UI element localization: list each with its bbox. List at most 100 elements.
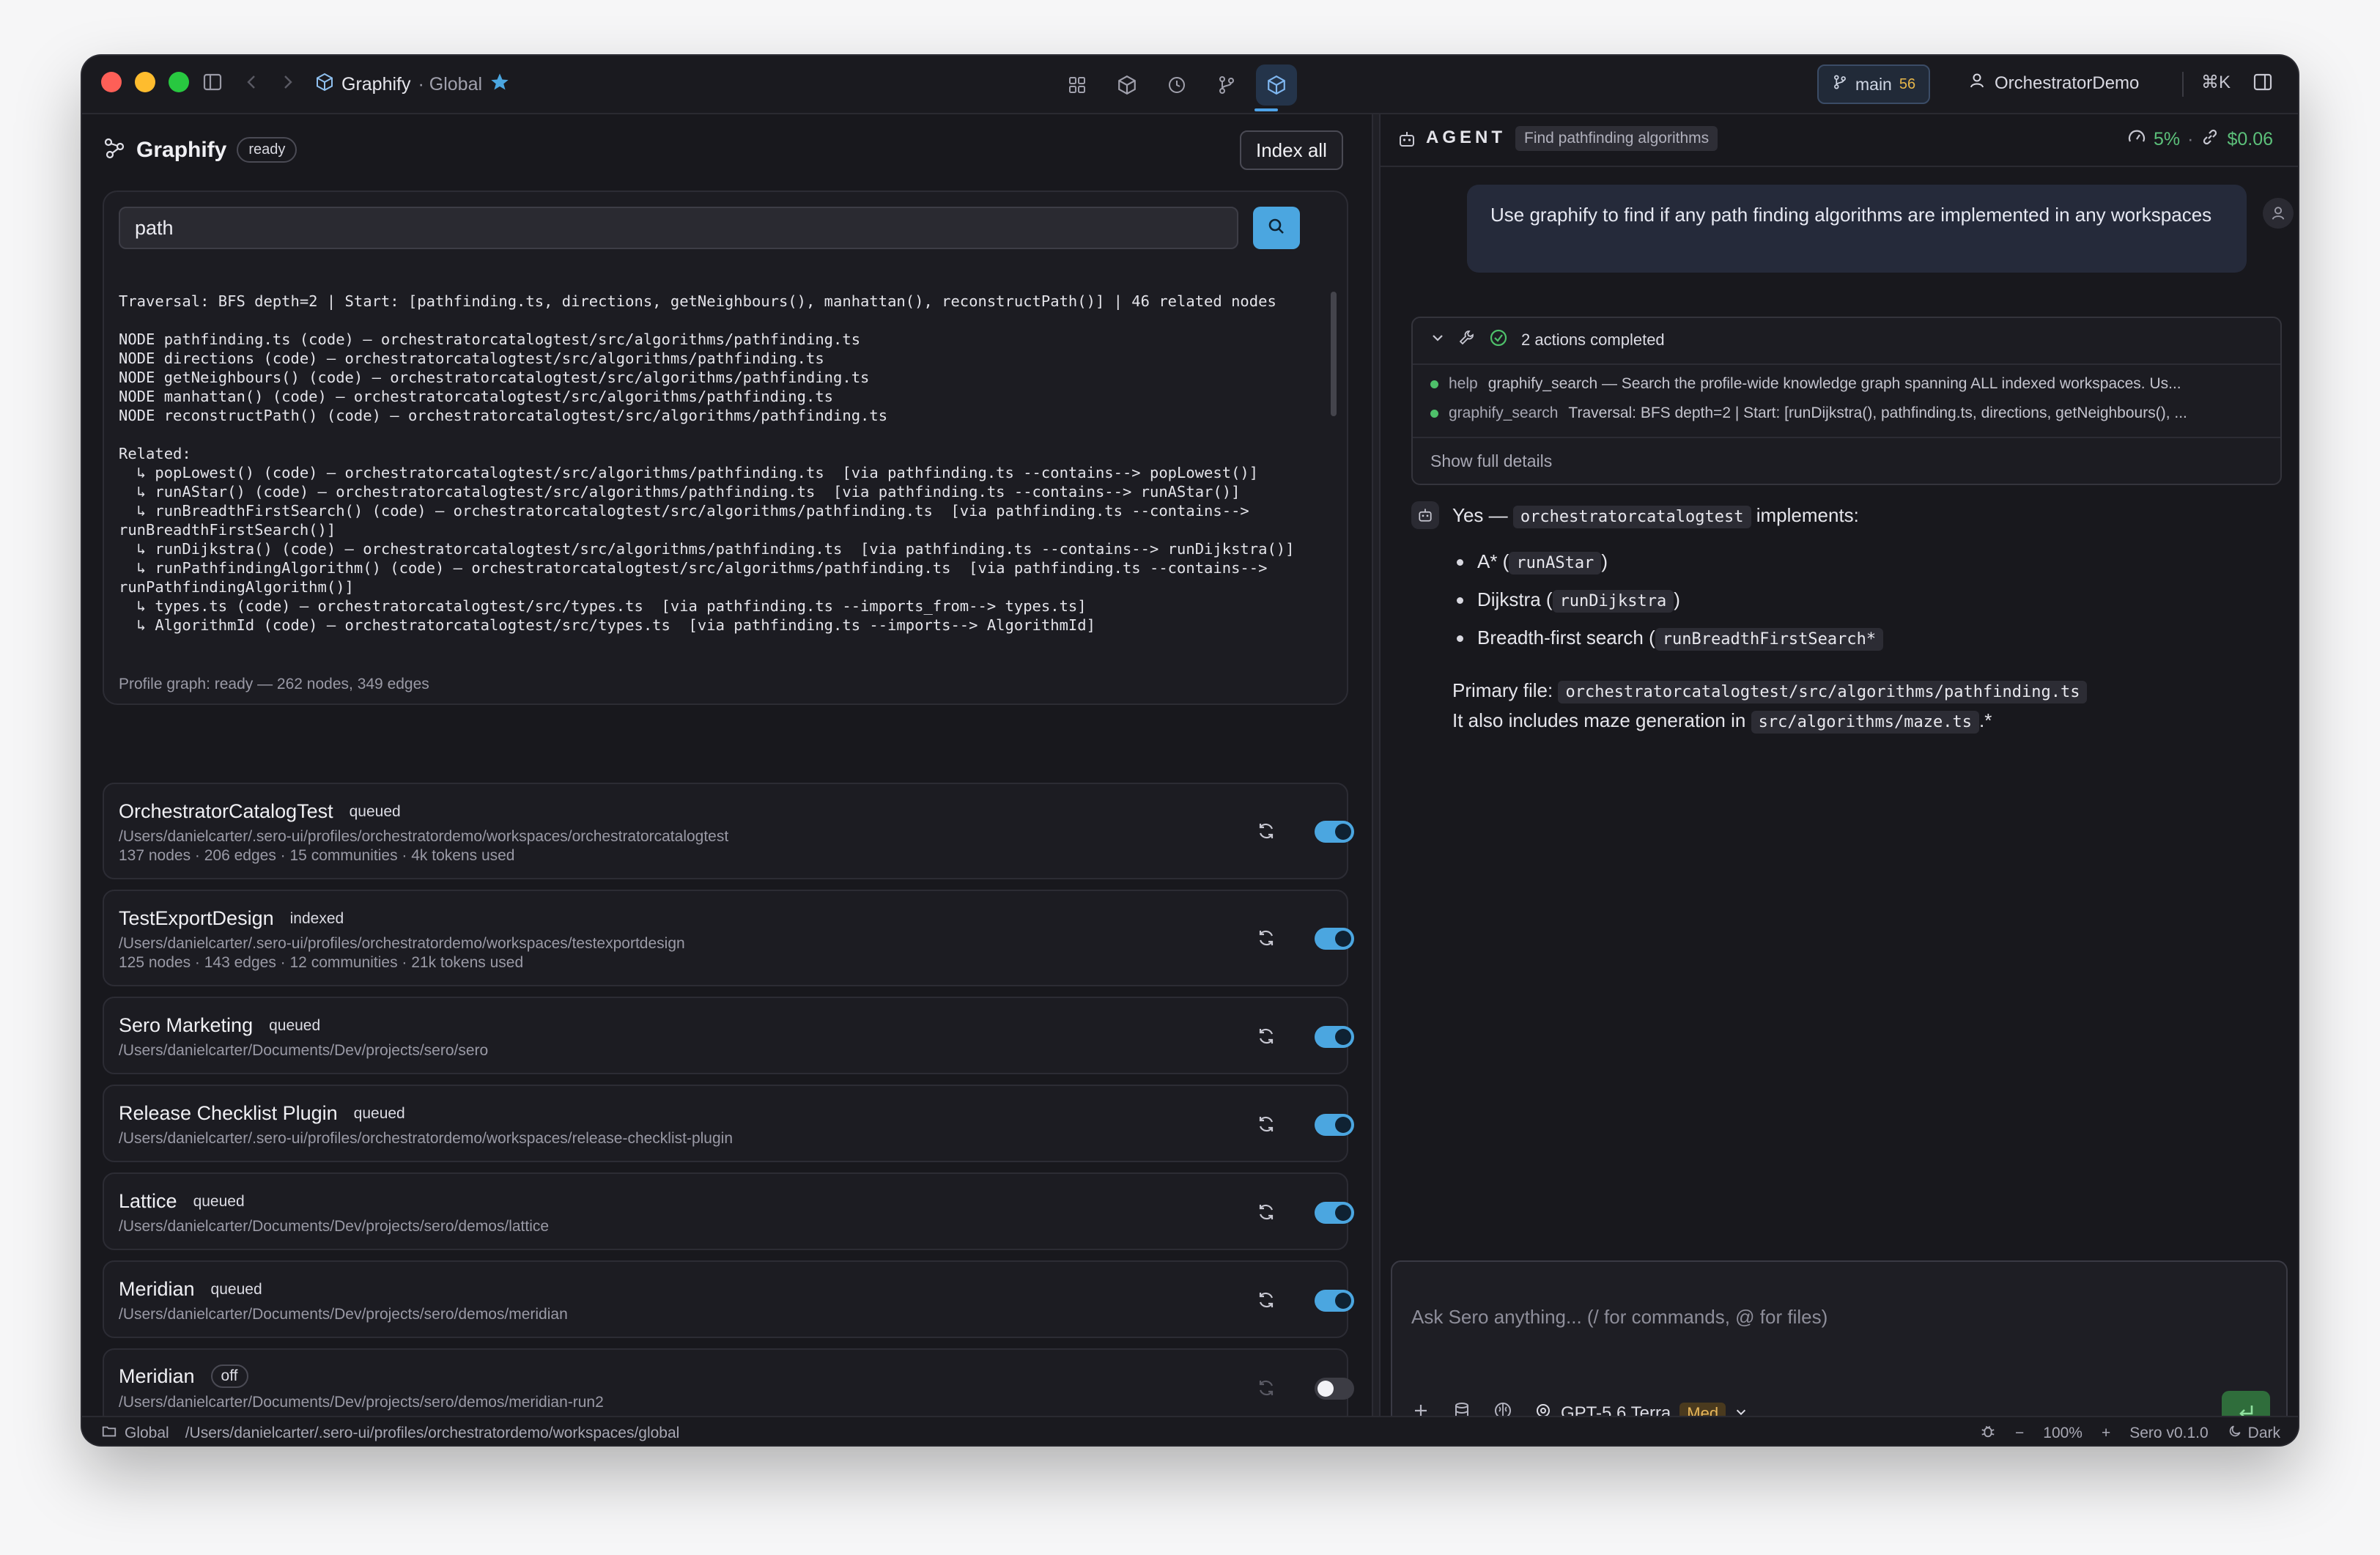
maze-file-code: src/algorithms/maze.ts — [1751, 711, 1979, 734]
profile-graph-status: Profile graph: ready — 262 nodes, 349 ed… — [119, 676, 429, 692]
workspace-name: Lattice — [119, 1190, 177, 1212]
back-arrow-icon[interactable] — [239, 69, 265, 95]
zoom-in-button[interactable]: + — [2102, 1425, 2110, 1442]
workspace-toggle[interactable] — [1315, 1290, 1354, 1312]
primary-file-code: orchestratorcatalogtest/src/algorithms/p… — [1558, 681, 2088, 703]
action-item[interactable]: graphify_search Traversal: BFS depth=2 |… — [1430, 405, 2187, 422]
action-key: help — [1449, 375, 1478, 392]
workspace-title: Release Checklist Plugin queued — [119, 1102, 405, 1125]
agent-label: AGENT — [1426, 128, 1506, 147]
usage-stats: 5% · $0.06 — [2127, 128, 2273, 152]
workspace-toggle[interactable] — [1315, 821, 1354, 843]
bug-icon[interactable] — [1980, 1423, 1996, 1444]
results-scrollbar[interactable] — [1331, 292, 1337, 416]
workspace-path: /Users/danielcarter/.sero-ui/profiles/or… — [119, 935, 685, 952]
item-code: runDijkstra — [1552, 590, 1674, 613]
maximize-window-button[interactable] — [169, 72, 189, 92]
index-all-button[interactable]: Index all — [1240, 130, 1343, 170]
workspace-card: Lattice queued /Users/danielcarter/Docum… — [103, 1172, 1354, 1250]
list-item: A* (runAStar) — [1452, 547, 2258, 586]
chat-input[interactable]: Ask Sero anything... (/ for commands, @ … — [1411, 1306, 1828, 1329]
actions-header[interactable]: 2 actions completed — [1430, 328, 1665, 352]
refresh-icon[interactable] — [1254, 1376, 1278, 1400]
action-key: graphify_search — [1449, 405, 1559, 421]
chevron-down-icon — [1430, 330, 1445, 350]
link-icon — [2200, 128, 2220, 152]
workspace-toggle[interactable] — [1315, 1114, 1354, 1136]
search-button[interactable] — [1253, 207, 1300, 249]
workspace-card: Meridian queued /Users/danielcarter/Docu… — [103, 1260, 1354, 1338]
folder-icon — [101, 1423, 117, 1444]
workspace-name: TestExportDesign — [119, 907, 274, 929]
branch-name: main — [1855, 74, 1892, 94]
command-palette-shortcut[interactable]: ⌘K — [2201, 72, 2231, 93]
refresh-icon[interactable] — [1254, 1200, 1278, 1224]
minimize-window-button[interactable] — [135, 72, 155, 92]
list-item: Dijkstra (runDijkstra) — [1452, 586, 2258, 624]
gauge-icon — [2127, 128, 2146, 152]
check-circle-icon — [1489, 328, 1508, 352]
forward-arrow-icon[interactable] — [274, 69, 300, 95]
workspace-name: OrchestratorCatalogTest — [119, 800, 333, 822]
git-branch-icon[interactable] — [1206, 64, 1247, 106]
status-right: − 100% + Sero v0.1.0 Dark — [1980, 1423, 2280, 1444]
right-panel-toggle-icon[interactable] — [2250, 69, 2276, 95]
workspace-path: /Users/danielcarter/.sero-ui/profiles/or… — [185, 1425, 680, 1441]
branch-selector[interactable]: main 56 — [1817, 64, 1931, 104]
user-name: OrchestratorDemo — [1995, 73, 2140, 93]
package-icon[interactable] — [1106, 64, 1148, 106]
refresh-icon[interactable] — [1254, 926, 1278, 950]
item-end: ) — [1601, 550, 1608, 572]
cube-icon — [315, 73, 334, 97]
user-menu[interactable]: OrchestratorDemo — [1968, 72, 2139, 95]
workspace-toggle[interactable] — [1315, 1202, 1354, 1224]
app-window: Graphify · Global main 56 OrchestratorDe… — [82, 56, 2298, 1445]
workspace-title: Meridian off — [119, 1364, 248, 1388]
sidebar-toggle-icon[interactable] — [199, 69, 226, 95]
search-results: Traversal: BFS depth=2 | Start: [pathfin… — [119, 292, 1295, 634]
workspace-status: queued — [210, 1280, 262, 1298]
refresh-icon[interactable] — [1254, 1112, 1278, 1136]
stats-separator: · — [2187, 129, 2194, 149]
workspace-title: TestExportDesign indexed — [119, 907, 344, 930]
actions-summary: 2 actions completed — [1521, 330, 1665, 349]
status-bar: Global /Users/danielcarter/.sero-ui/prof… — [82, 1416, 2298, 1445]
refresh-icon[interactable] — [1254, 819, 1278, 843]
grid-view-icon[interactable] — [1057, 64, 1098, 106]
refresh-icon[interactable] — [1254, 1024, 1278, 1048]
refresh-icon[interactable] — [1254, 1288, 1278, 1312]
robot-icon — [1397, 129, 1417, 153]
search-card: path Traversal: BFS depth=2 | Start: [pa… — [103, 191, 1348, 705]
workspace-toggle[interactable] — [1315, 1378, 1354, 1400]
workspace-toggle[interactable] — [1315, 1026, 1354, 1048]
history-clock-icon[interactable] — [1156, 64, 1197, 106]
search-input[interactable]: path — [119, 207, 1238, 249]
version-label: Sero v0.1.0 — [2129, 1425, 2209, 1441]
workspace-status: queued — [269, 1016, 321, 1034]
action-text: graphify_search — Search the profile-wid… — [1488, 375, 2181, 392]
graph-cube-icon[interactable] — [1256, 64, 1297, 106]
panel-resize-handle[interactable] — [1372, 114, 1381, 1416]
panel-header: Graphify ready — [103, 136, 298, 163]
show-full-details-link[interactable]: Show full details — [1430, 451, 1552, 471]
user-message: Use graphify to find if any path finding… — [1467, 185, 2247, 273]
workspace-status: queued — [353, 1104, 405, 1122]
also-end: .* — [1979, 709, 1992, 731]
primary-label: Primary file: — [1452, 679, 1553, 701]
theme-toggle[interactable]: Dark — [2228, 1424, 2280, 1443]
workspace-indicator[interactable]: Global — [101, 1423, 169, 1444]
workspace-toggle[interactable] — [1315, 928, 1354, 950]
also-label: It also includes maze generation in — [1452, 709, 1746, 731]
workspace-path: /Users/danielcarter/.sero-ui/profiles/or… — [119, 828, 729, 845]
workspace-path: /Users/danielcarter/Documents/Dev/projec… — [119, 1218, 550, 1235]
star-icon[interactable] — [489, 72, 510, 97]
item-end: ) — [1674, 588, 1680, 610]
action-item[interactable]: help graphify_search — Search the profil… — [1430, 375, 2181, 393]
active-tool-indicator — [1254, 108, 1278, 111]
divider — [1413, 437, 2280, 438]
zoom-out-button[interactable]: − — [2015, 1425, 2024, 1442]
search-icon — [1267, 217, 1286, 240]
app-name: Graphify — [341, 74, 411, 95]
theme-label: Dark — [2247, 1425, 2280, 1441]
close-window-button[interactable] — [101, 72, 122, 92]
